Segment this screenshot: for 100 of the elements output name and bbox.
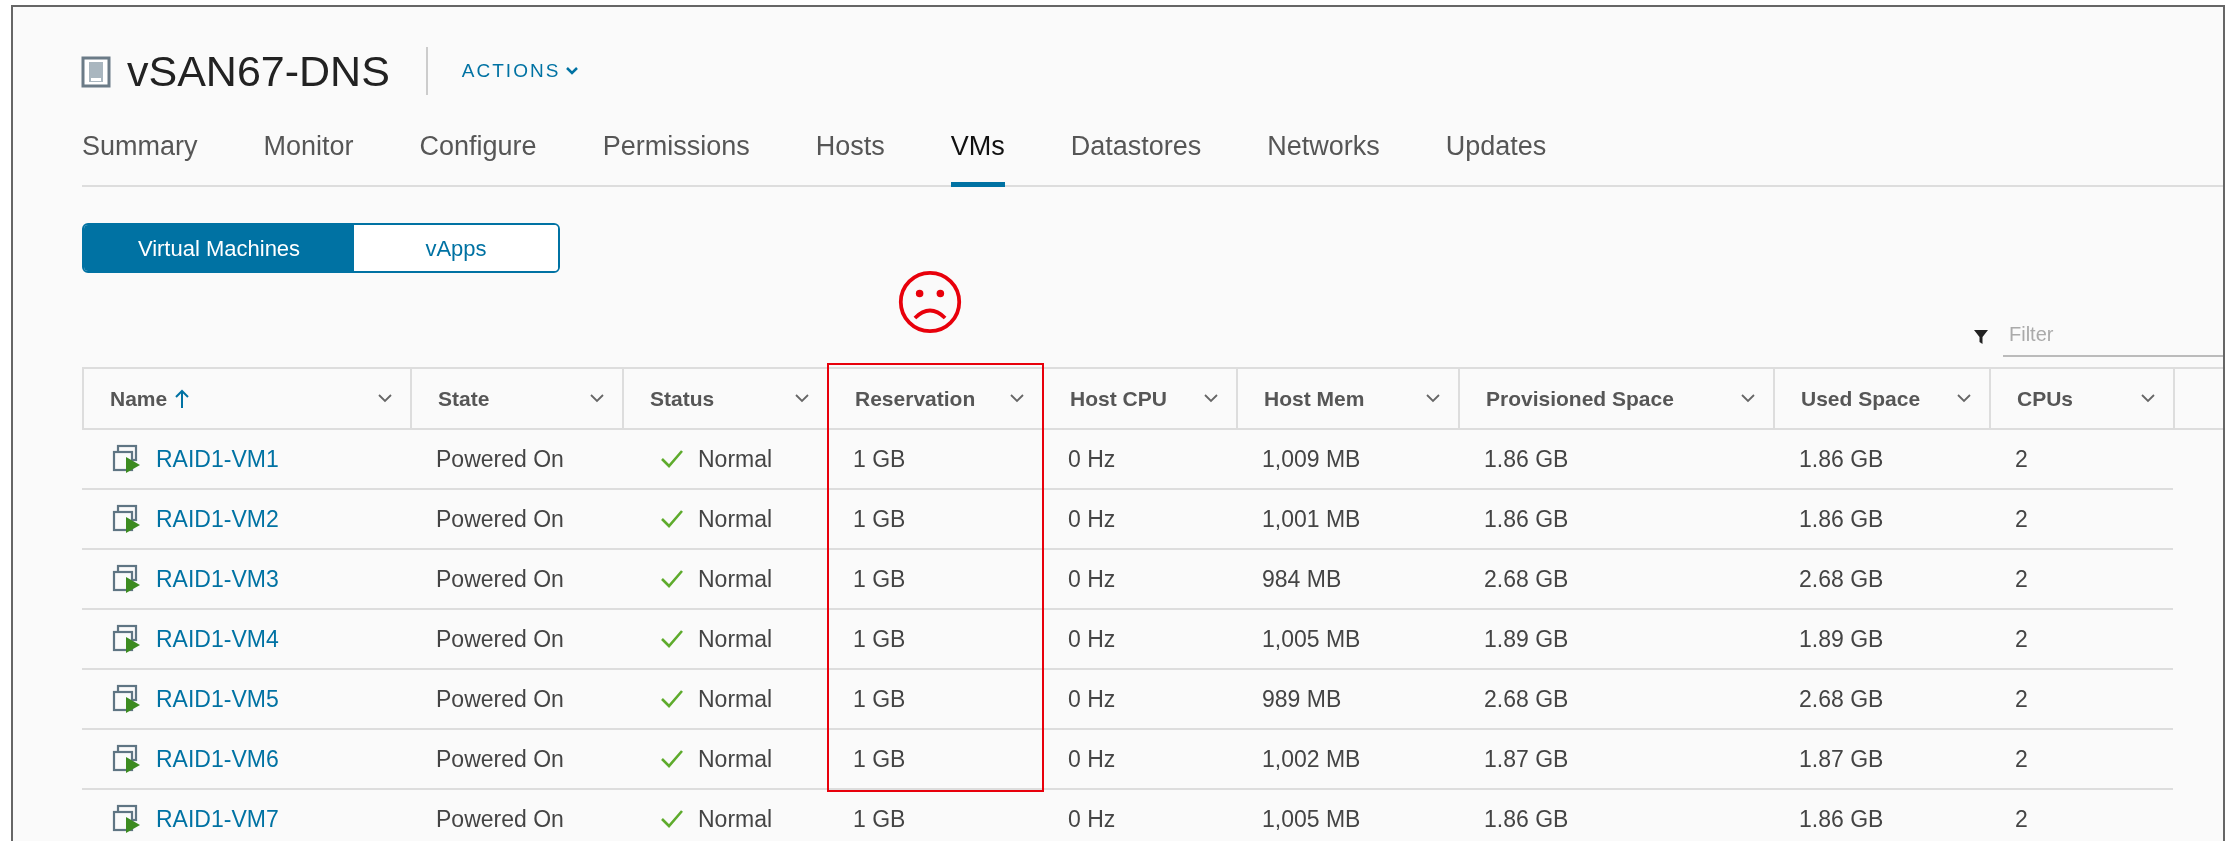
view-toggle-button[interactable]: Virtual Machines bbox=[84, 225, 354, 271]
table-cell-text: Normal bbox=[698, 684, 773, 714]
table-cell-text: 1 GB bbox=[853, 624, 906, 654]
column-header[interactable]: Host Mem bbox=[1238, 369, 1460, 428]
datacenter-icon bbox=[81, 54, 111, 88]
table-cell-text: Powered On bbox=[436, 444, 564, 474]
vm-powered-on-icon bbox=[112, 744, 142, 774]
table-cell-text: 1.89 GB bbox=[1484, 624, 1569, 654]
table-cell-text: 0 Hz bbox=[1068, 444, 1116, 474]
table-cell-text: Powered On bbox=[436, 744, 564, 774]
table-cell-text: 2.68 GB bbox=[1799, 564, 1884, 594]
actions-button[interactable]: ACTIONS bbox=[461, 56, 579, 86]
table-cell-text: 1.86 GB bbox=[1799, 804, 1884, 834]
check-icon bbox=[660, 569, 684, 589]
table-cell-text: Powered On bbox=[436, 804, 564, 834]
table-cell-text: 1,005 MB bbox=[1262, 804, 1361, 834]
column-header[interactable]: Status bbox=[624, 369, 829, 428]
table-cell-text: 2 bbox=[2015, 504, 2028, 534]
column-header[interactable]: Provisioned Space bbox=[1460, 369, 1775, 428]
table-cell-text: 984 MB bbox=[1262, 564, 1342, 594]
chevron-down-icon[interactable] bbox=[1204, 394, 1218, 403]
table-cell-text: 1.86 GB bbox=[1799, 444, 1884, 474]
table-cell-text: 1.86 GB bbox=[1484, 444, 1569, 474]
table-cell-text: 1.86 GB bbox=[1799, 504, 1884, 534]
table-cell-text: 1 GB bbox=[853, 804, 906, 834]
column-header[interactable]: Name bbox=[84, 369, 412, 428]
tab[interactable]: Hosts bbox=[815, 115, 885, 187]
tab[interactable]: Monitor bbox=[263, 115, 354, 187]
filter-icon bbox=[1973, 329, 1989, 345]
check-icon bbox=[660, 449, 684, 469]
table-cell-text: 1 GB bbox=[853, 564, 906, 594]
check-icon bbox=[660, 809, 684, 829]
table-cell-text: 1.89 GB bbox=[1799, 624, 1884, 654]
table-cell-text: 1 GB bbox=[853, 744, 906, 774]
table-cell-text: 1.87 GB bbox=[1484, 744, 1569, 774]
table-cell-text: 1,009 MB bbox=[1262, 444, 1361, 474]
table-cell-text: Normal bbox=[698, 804, 773, 834]
vm-link[interactable]: RAID1-VM3 bbox=[156, 561, 279, 597]
sort-ascending-icon[interactable] bbox=[175, 388, 190, 409]
column-header[interactable]: Host CPU bbox=[1044, 369, 1238, 428]
table-cell-text: 2 bbox=[2015, 444, 2028, 474]
chevron-down-icon[interactable] bbox=[1957, 394, 1971, 403]
table-cell-text: 2.68 GB bbox=[1484, 564, 1569, 594]
tab[interactable]: Datastores bbox=[1070, 115, 1202, 187]
table-cell-text: 1.86 GB bbox=[1484, 504, 1569, 534]
vm-link[interactable]: RAID1-VM7 bbox=[156, 801, 279, 837]
chevron-down-icon[interactable] bbox=[1741, 394, 1755, 403]
chevron-down-icon[interactable] bbox=[1426, 394, 1440, 403]
column-header[interactable]: State bbox=[412, 369, 624, 428]
chevron-down-icon bbox=[566, 67, 579, 75]
table-cell-text: 2.68 GB bbox=[1484, 684, 1569, 714]
chevron-down-icon[interactable] bbox=[378, 394, 392, 403]
chevron-down-icon[interactable] bbox=[590, 394, 604, 403]
page-title: vSAN67-DNS bbox=[127, 45, 390, 97]
table-cell-text: 0 Hz bbox=[1068, 564, 1116, 594]
chevron-down-icon[interactable] bbox=[2141, 394, 2155, 403]
vm-powered-on-icon bbox=[112, 624, 142, 654]
view-toggle-button[interactable]: vApps bbox=[354, 225, 558, 271]
check-icon bbox=[660, 749, 684, 769]
tab[interactable]: VMs bbox=[950, 115, 1005, 187]
table-cell-text: 2.68 GB bbox=[1799, 684, 1884, 714]
filter-field[interactable]: Filter bbox=[2003, 313, 2223, 357]
column-header[interactable]: Used Space bbox=[1775, 369, 1991, 428]
sad-face-icon bbox=[896, 269, 963, 335]
tab[interactable]: Permissions bbox=[602, 115, 750, 187]
table-cell-text: 989 MB bbox=[1262, 684, 1342, 714]
vm-powered-on-icon bbox=[112, 804, 142, 834]
table-cell-text: Normal bbox=[698, 564, 773, 594]
chevron-down-icon[interactable] bbox=[795, 394, 809, 403]
check-icon bbox=[660, 689, 684, 709]
table-cell-text: 0 Hz bbox=[1068, 504, 1116, 534]
tab[interactable]: Networks bbox=[1267, 115, 1380, 187]
table-cell-text: 1.87 GB bbox=[1799, 744, 1884, 774]
tab[interactable]: Configure bbox=[419, 115, 537, 187]
table-cell-text: 1 GB bbox=[853, 444, 906, 474]
vm-link[interactable]: RAID1-VM2 bbox=[156, 501, 279, 537]
table-cell-text: 2 bbox=[2015, 744, 2028, 774]
table-cell-text: 0 Hz bbox=[1068, 744, 1116, 774]
tab[interactable]: Summary bbox=[82, 115, 198, 187]
check-icon bbox=[660, 629, 684, 649]
vm-powered-on-icon bbox=[112, 684, 142, 714]
table-cell-text: Powered On bbox=[436, 684, 564, 714]
table-cell-text: 1.86 GB bbox=[1484, 804, 1569, 834]
tab[interactable]: Updates bbox=[1445, 115, 1547, 187]
table-cell-text: 1,002 MB bbox=[1262, 744, 1361, 774]
table-cell-text: 2 bbox=[2015, 564, 2028, 594]
vm-link[interactable]: RAID1-VM4 bbox=[156, 621, 279, 657]
table-cell-text: Powered On bbox=[436, 564, 564, 594]
vm-link[interactable]: RAID1-VM1 bbox=[156, 441, 279, 477]
table-cell-text: 0 Hz bbox=[1068, 684, 1116, 714]
table-cell-text: Normal bbox=[698, 744, 773, 774]
vm-powered-on-icon bbox=[112, 564, 142, 594]
column-header[interactable]: CPUs bbox=[1991, 369, 2175, 428]
vm-link[interactable]: RAID1-VM6 bbox=[156, 741, 279, 777]
table-cell-text: 2 bbox=[2015, 804, 2028, 834]
table-cell-text: Normal bbox=[698, 624, 773, 654]
vm-link[interactable]: RAID1-VM5 bbox=[156, 681, 279, 717]
chevron-down-icon[interactable] bbox=[1010, 394, 1024, 403]
column-header[interactable]: Reservation bbox=[829, 369, 1044, 428]
table-cell-text: Normal bbox=[698, 444, 773, 474]
